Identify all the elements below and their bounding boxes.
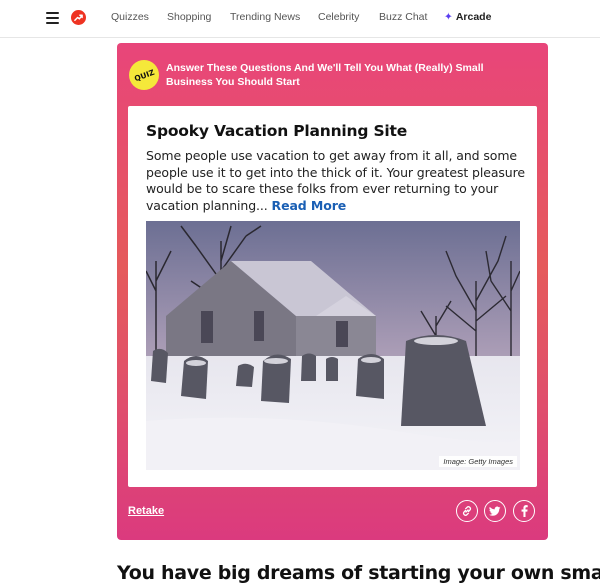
- result-title: Spooky Vacation Planning Site: [146, 122, 408, 140]
- quiz-result-card: QUIZ Answer These Questions And We'll Te…: [117, 43, 548, 540]
- link-icon: [462, 506, 472, 516]
- read-more-link[interactable]: Read More: [272, 198, 347, 213]
- image-credit: Image: Getty Images: [439, 456, 517, 467]
- top-nav: Quizzes Shopping Trending News Celebrity…: [0, 0, 600, 38]
- share-twitter-button[interactable]: [484, 500, 506, 522]
- article-heading: You have big dreams of starting your own…: [117, 562, 600, 584]
- nav-quizzes[interactable]: Quizzes: [111, 11, 149, 23]
- nav-buzz-chat[interactable]: Buzz Chat: [379, 11, 427, 23]
- result-panel: Spooky Vacation Planning Site Some peopl…: [128, 106, 537, 487]
- nav-shopping[interactable]: Shopping: [167, 11, 211, 23]
- result-description: Some people use vacation to get away fro…: [146, 148, 526, 214]
- share-facebook-button[interactable]: [513, 500, 535, 522]
- result-image: Image: Getty Images: [146, 221, 520, 470]
- twitter-icon: [489, 506, 501, 516]
- share-link-button[interactable]: [456, 500, 478, 522]
- nav-trending-news[interactable]: Trending News: [230, 11, 300, 23]
- sparkle-icon: ✦: [444, 11, 453, 23]
- quiz-badge: QUIZ: [129, 60, 159, 90]
- quiz-title[interactable]: Answer These Questions And We'll Tell Yo…: [166, 61, 506, 89]
- trending-logo-icon[interactable]: [71, 10, 86, 25]
- nav-celebrity[interactable]: Celebrity: [318, 11, 359, 23]
- nav-arcade-label: Arcade: [455, 11, 492, 23]
- retake-button[interactable]: Retake: [128, 505, 164, 517]
- facebook-icon: [521, 505, 528, 517]
- menu-icon[interactable]: [46, 12, 59, 24]
- nav-arcade[interactable]: ✦ Arcade: [444, 11, 491, 23]
- quiz-badge-label: QUIZ: [132, 67, 156, 83]
